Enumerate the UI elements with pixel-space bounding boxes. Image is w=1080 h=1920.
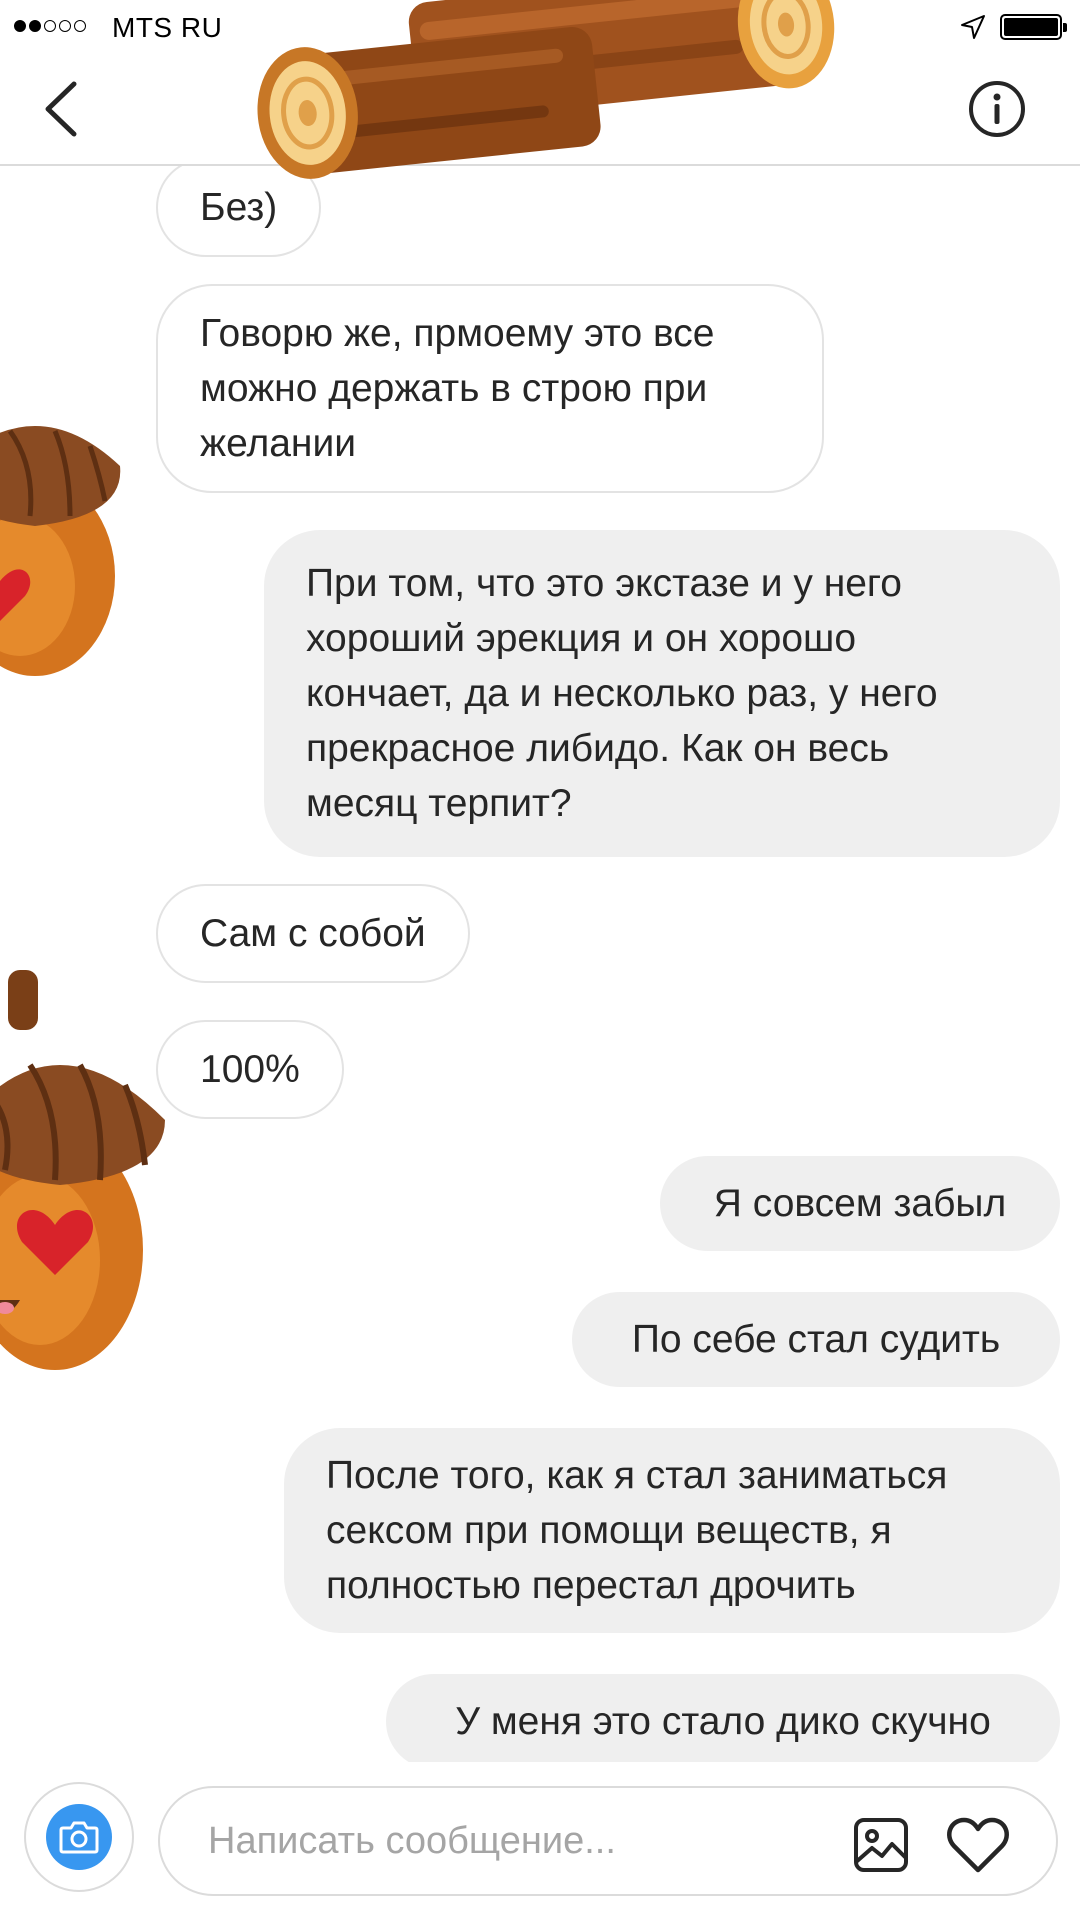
message-bubble-incoming[interactable]: 100% xyxy=(156,1020,344,1119)
message-text-line: полностью перестал дрочить xyxy=(326,1564,856,1607)
message-thread: Без) Говорю же, прмоему это все можно де… xyxy=(0,166,1080,1762)
message-composer: Написать сообщение... xyxy=(0,1762,1080,1920)
info-button[interactable] xyxy=(967,79,1027,139)
message-text-line: прекрасное либидо. Как он весь xyxy=(306,727,890,770)
message-bubble-incoming[interactable]: Говорю же, прмоему это все можно держать… xyxy=(156,284,824,493)
message-text-line: месяц терпит? xyxy=(306,782,572,825)
direct-message-screen: MTS RU Без) Говорю же, прмоему это все м… xyxy=(0,0,1080,1920)
status-bar: MTS RU xyxy=(0,0,1080,54)
camera-icon xyxy=(59,1821,99,1854)
signal-strength-indicator xyxy=(14,20,86,32)
message-text: По себе стал судить xyxy=(631,1318,1001,1361)
image-gallery-icon xyxy=(854,1818,908,1872)
like-button[interactable] xyxy=(946,1814,1010,1876)
message-text-line: можно держать в строю при xyxy=(200,367,708,410)
message-text: У меня это стало дико скучно xyxy=(455,1700,991,1743)
camera-button[interactable] xyxy=(24,1782,134,1892)
message-text: Сам с собой xyxy=(200,912,426,955)
heart-icon xyxy=(947,1817,1009,1873)
message-text-line: После того, как я стал заниматься xyxy=(326,1454,948,1497)
message-text: 100% xyxy=(200,1048,300,1091)
message-input[interactable]: Написать сообщение... xyxy=(158,1786,1058,1896)
acorn-love-sticker xyxy=(0,426,121,676)
message-text-line: желании xyxy=(200,422,357,465)
message-text: Я совсем забыл xyxy=(713,1182,1007,1225)
message-bubble-outgoing[interactable]: По себе стал судить xyxy=(572,1292,1060,1387)
location-arrow-icon xyxy=(961,15,985,39)
gallery-button[interactable] xyxy=(852,1816,910,1874)
message-text-line: кончает, да и несколько раз, у него xyxy=(306,672,938,715)
message-text-line: хороший эрекция и он хорошо xyxy=(306,617,857,660)
message-input-placeholder: Написать сообщение... xyxy=(208,1820,616,1862)
message-bubble-outgoing[interactable]: Я совсем забыл xyxy=(660,1156,1060,1251)
message-text-line: При том, что это экстазе и у него xyxy=(306,562,902,605)
message-bubble-outgoing[interactable]: У меня это стало дико скучно xyxy=(386,1674,1060,1762)
battery-icon xyxy=(1000,14,1067,40)
acorn-love-sticker-2 xyxy=(0,970,165,1370)
message-bubble-outgoing[interactable]: После того, как я стал заниматься сексом… xyxy=(284,1428,1060,1633)
message-bubble-incoming[interactable]: Сам с собой xyxy=(156,884,470,983)
chevron-left-icon xyxy=(45,81,77,137)
carrier-name: MTS RU xyxy=(112,12,223,43)
message-text: Без) xyxy=(200,186,278,229)
back-button[interactable] xyxy=(36,76,86,142)
message-bubble-outgoing[interactable]: При том, что это экстазе и у него хороши… xyxy=(264,530,1060,857)
info-circle-icon xyxy=(969,81,1025,137)
message-text-line: сексом при помощи веществ, я xyxy=(326,1509,892,1552)
message-text-line: Говорю же, прмоему это все xyxy=(200,312,715,355)
camera-icon-wrapper xyxy=(46,1804,112,1870)
